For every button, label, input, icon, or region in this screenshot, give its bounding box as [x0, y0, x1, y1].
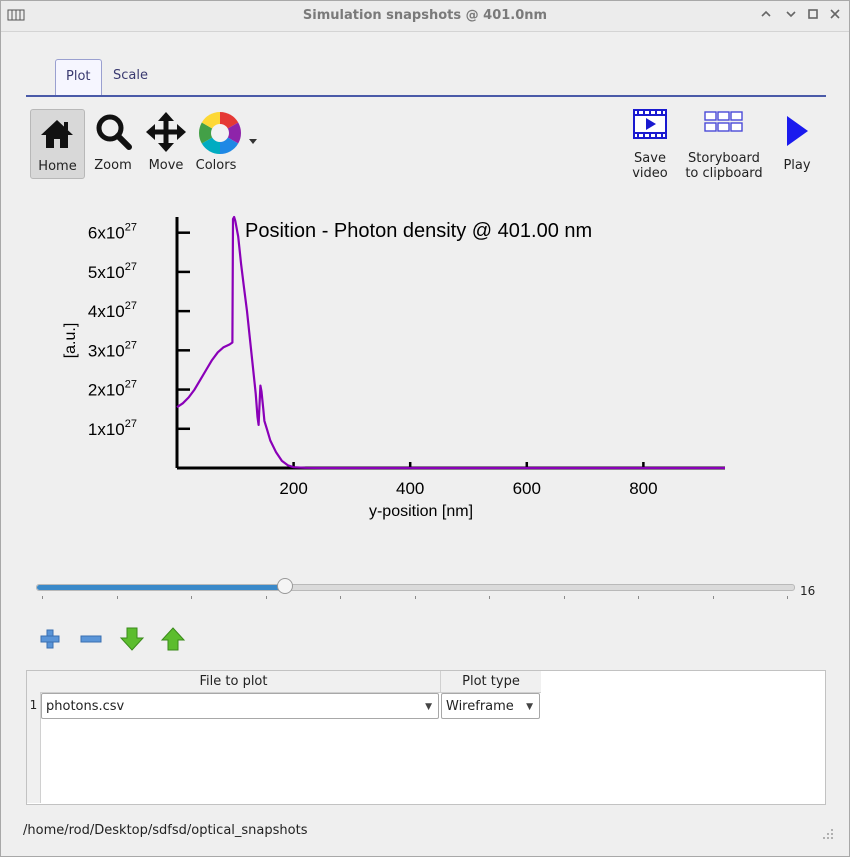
move-down-button[interactable]: [119, 626, 145, 652]
y-tick-label: 6x1027: [88, 222, 137, 243]
move-up-button[interactable]: [160, 626, 186, 652]
photon-density-plot[interactable]: 1x1027 2x1027 3x1027 4x1027 5x1027 6x1027 200 4…: [7, 32, 843, 532]
add-row-button[interactable]: [37, 626, 63, 652]
chart-title: Position - Photon density @ 401.00 nm: [245, 220, 592, 242]
files-table: File to plot Plot type 1 photons.csv ▼ W…: [26, 670, 826, 805]
row-number: 1: [29, 698, 38, 712]
window-title: Simulation snapshots @ 401.0nm: [302, 8, 548, 23]
x-tick-label: 400: [396, 479, 424, 498]
column-header-file[interactable]: File to plot: [27, 671, 441, 693]
arrow-down-icon: [119, 627, 145, 651]
plot-type-select-value: Wireframe: [446, 699, 514, 714]
close-icon[interactable]: [827, 8, 843, 24]
resize-grip-icon[interactable]: [822, 828, 834, 840]
y-tick-label: 5x1027: [88, 261, 137, 282]
chevron-down-icon: ▼: [425, 702, 432, 712]
y-tick-label: 3x1027: [88, 339, 137, 360]
series-line: [176, 215, 725, 470]
column-header-plot-type[interactable]: Plot type: [441, 671, 541, 693]
minimize-icon[interactable]: [783, 8, 799, 24]
slider-tick: [116, 596, 118, 599]
x-tick-label: 800: [629, 479, 657, 498]
slider-tick: [42, 596, 43, 599]
window-content: Plot Scale Home Zoom Move Colors Save vi…: [7, 32, 843, 852]
title-bar: Simulation snapshots @ 401.0nm: [1, 1, 849, 32]
window-menu-icon[interactable]: [758, 8, 774, 24]
x-tick-label: 600: [513, 479, 541, 498]
main-window: Simulation snapshots @ 401.0nm Plot Scal…: [0, 0, 850, 857]
snapshot-slider-track[interactable]: [36, 584, 795, 591]
snapshot-slider-handle[interactable]: [276, 578, 293, 594]
slider-tick: [563, 596, 565, 599]
status-path: /home/rod/Desktop/sdfsd/optical_snapshot…: [23, 823, 308, 838]
snapshot-slider-value: 16: [800, 584, 816, 598]
slider-tick: [712, 596, 714, 599]
file-select[interactable]: photons.csv ▼: [41, 693, 439, 719]
arrow-up-icon: [160, 627, 186, 651]
x-tick-label: 200: [279, 479, 307, 498]
y-tick-label: 4x1027: [88, 300, 137, 321]
slider-tick: [191, 596, 192, 599]
x-axis-label: y-position [nm]: [369, 503, 473, 520]
y-tick-label: 1x1027: [88, 418, 137, 439]
row-header: 1: [27, 692, 41, 803]
remove-row-button[interactable]: [78, 626, 104, 652]
slider-tick: [787, 596, 788, 599]
plot-type-select[interactable]: Wireframe ▼: [441, 693, 540, 719]
minus-icon: [80, 635, 102, 643]
slider-tick: [265, 596, 267, 599]
chevron-down-icon: ▼: [526, 702, 533, 712]
slider-tick: [414, 596, 416, 599]
plus-icon: [40, 629, 60, 649]
slider-tick: [340, 596, 341, 599]
slider-tick: [638, 596, 639, 599]
y-axis-label: [a.u.]: [62, 323, 79, 359]
file-select-value: photons.csv: [46, 699, 125, 714]
snapshot-slider-fill: [37, 585, 285, 590]
maximize-icon[interactable]: [805, 8, 821, 24]
y-tick-label: 2x1027: [88, 379, 137, 400]
slider-tick: [489, 596, 490, 599]
